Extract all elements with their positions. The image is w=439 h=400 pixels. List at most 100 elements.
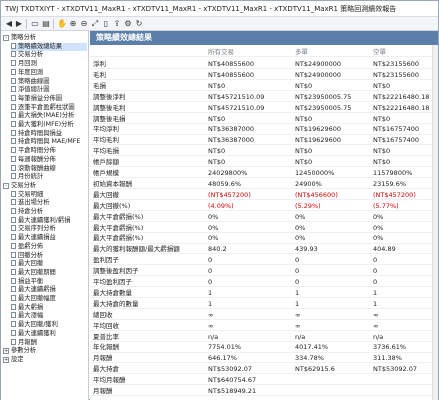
tree-item[interactable]: 月份統計 <box>11 173 87 181</box>
document-icon <box>11 303 16 310</box>
tree-item[interactable]: 最大虧損 <box>11 303 87 312</box>
export-icon[interactable]: ⇪ <box>112 19 122 29</box>
tree-item[interactable]: 交易分析 <box>11 51 87 59</box>
metric-value: NT$19629600 <box>295 125 342 134</box>
document-icon <box>11 312 16 319</box>
tree-item-label: 最大連續獲利/虧損 <box>18 216 71 224</box>
forward-icon[interactable]: ▶ <box>14 19 24 29</box>
navigation-tree: - 策略分析 策略績效總結果 交易分析 月回測 年度回測 策略曲線圖 淨值總計圖 每筆損益分佈圖… <box>1 31 89 400</box>
document-icon <box>11 94 16 101</box>
metric-value: (NT$457200) <box>373 190 416 199</box>
tree-item[interactable]: 每週報酬分佈 <box>11 155 87 164</box>
metric-value: NT$19629600 <box>295 136 342 145</box>
tree-item[interactable]: 最大回撤期間 <box>11 268 87 277</box>
tree-item[interactable]: 最大連續損益 <box>11 234 87 242</box>
metric-value: (5.29%) <box>295 201 321 210</box>
zoom-in-icon[interactable]: ⊕ <box>68 19 78 29</box>
document-icon <box>11 164 16 171</box>
metric-value: 7754.01% <box>208 343 242 352</box>
tree-item-label: 最大回撤 <box>18 260 44 268</box>
metric-value: 0% <box>295 223 306 232</box>
expand-icon[interactable]: + <box>3 356 9 363</box>
tree-item[interactable]: 進出場分析 <box>11 199 87 207</box>
metric-value: NT$0 <box>208 147 226 156</box>
tree-item[interactable]: 最大漲幅 <box>11 312 87 320</box>
tree-item[interactable]: 回撤分析 <box>11 251 87 260</box>
zoom-out-icon[interactable]: ⊖ <box>79 19 89 29</box>
tree-item[interactable]: 最大獲利(MFE)分析 <box>11 121 87 129</box>
tree-group[interactable]: - 交易分析 <box>3 182 87 190</box>
tree-group[interactable]: + 參數分析 <box>3 347 87 355</box>
back-icon[interactable]: ◀ <box>4 19 14 29</box>
metric-label: 年化報酬 <box>93 343 119 352</box>
document-icon <box>11 338 16 345</box>
table-row: 最大持倉 NT$53092.07 NT$62915.6 NT$53092.07 <box>90 365 436 375</box>
metric-label: 最大持倉數量 <box>93 288 132 297</box>
tree-item[interactable]: 淨值總計圖 <box>11 86 87 94</box>
tree-item[interactable]: 交易明細 <box>11 190 87 199</box>
document-icon <box>11 242 16 249</box>
page-icon[interactable]: ▯ <box>101 19 111 29</box>
tree-item-label: 損益平衡 <box>18 277 44 285</box>
tree-item[interactable]: 最大連續獲利 <box>11 329 87 338</box>
tree-item[interactable]: 策略績效總結果 <box>11 42 87 51</box>
document-icon <box>11 225 16 232</box>
tree-item[interactable]: 最大回撤 <box>11 260 87 268</box>
vertical-scrollbar[interactable] <box>432 45 438 400</box>
toolbar: ◀ ▶ ▭ ▤ ✋ ⊕ ⊖ ⤢ ▯ ⇪ ⚙ ↻ <box>1 17 438 31</box>
metric-value: n/a <box>208 332 219 341</box>
metric-value: 11579800% <box>373 169 413 177</box>
metric-label: 平均淨利 <box>93 125 119 134</box>
metric-value: NT$23950005.75 <box>295 92 352 101</box>
metric-value: 646.17% <box>208 354 237 363</box>
tree-item[interactable]: 最大連續獲利/虧損 <box>11 216 87 225</box>
tree-item[interactable]: 持倉時間與損益 <box>11 129 87 138</box>
table-row: 帳戶規模 24029800% 12450000% 11579800% <box>90 169 436 179</box>
collapse-icon[interactable]: - <box>3 35 9 41</box>
refresh-icon[interactable]: ↻ <box>134 19 144 29</box>
tree-item[interactable]: 逐筆平倉盈虧柱狀圖 <box>11 103 87 112</box>
tree-item-label: 最大回撤/獲利 <box>18 321 58 329</box>
pan-icon[interactable]: ✋ <box>57 19 67 29</box>
metric-label: 最大回撤(%) <box>93 201 131 210</box>
tree-item[interactable]: 滾動報酬曲線 <box>11 164 87 173</box>
settings-icon[interactable]: ⚙ <box>123 19 133 29</box>
copy-icon[interactable]: ▭ <box>30 19 40 29</box>
tree-item[interactable]: 持倉分析 <box>11 208 87 216</box>
metric-value: NT$22216480.18 <box>373 103 430 112</box>
metric-value: ∞ <box>373 321 379 330</box>
table-row: 調整後毛損 NT$0 NT$0 NT$0 <box>90 115 436 124</box>
tree-item[interactable]: 持倉時間與 MAE/MFE <box>11 138 87 146</box>
print-icon[interactable]: ▤ <box>41 19 51 29</box>
tree-item-label: 設定 <box>11 355 24 363</box>
tree-item[interactable]: 平倉時間分佈 <box>11 147 87 155</box>
tree-item[interactable]: 最大回撤幅度 <box>11 295 87 303</box>
metric-label: 最大回撤 <box>93 190 119 199</box>
metric-value: NT$45721510.09 <box>208 92 265 101</box>
metric-value: (5.77%) <box>373 201 399 210</box>
tree-item[interactable]: 月回測 <box>11 60 87 68</box>
table-row: 最大回撤 (NT$457200) (NT$456600) (NT$457200) <box>90 191 436 200</box>
collapse-icon[interactable]: - <box>3 182 9 189</box>
tree-item[interactable]: 最大連續虧損 <box>11 286 87 294</box>
tree-item[interactable]: 損益平衡 <box>11 277 87 286</box>
tree-group[interactable]: + 設定 <box>3 356 87 364</box>
table-row: 最大平倉虧損(%) 0% 0% 0% <box>90 234 436 244</box>
tree-item[interactable]: 年度回測 <box>11 68 87 77</box>
metric-value: 3736.61% <box>373 343 407 352</box>
tree-item[interactable]: 交易序列分析 <box>11 225 87 233</box>
tree-item-label: 每筆損益分佈圖 <box>18 94 63 102</box>
tree-item[interactable]: 最大回撤/獲利 <box>11 321 87 329</box>
tree-item[interactable]: 每筆損益分佈圖 <box>11 94 87 103</box>
metric-value: NT$0 <box>373 114 391 123</box>
tree-item-label: 策略績效總結果 <box>18 42 63 50</box>
tree-item[interactable]: 月報酬 <box>11 338 87 347</box>
table-row: 毛損 NT$0 NT$0 NT$0 <box>90 82 436 91</box>
tree-item[interactable]: 策略曲線圖 <box>11 77 87 86</box>
tree-item[interactable]: 盈虧分佈 <box>11 242 87 251</box>
fit-icon[interactable]: ⤢ <box>90 19 100 29</box>
tree-item-label: 策略曲線圖 <box>18 77 50 85</box>
tree-item[interactable]: 最大損失(MAE)分析 <box>11 112 87 120</box>
tree-group[interactable]: - 策略分析 <box>3 34 87 42</box>
expand-icon[interactable]: + <box>3 348 9 355</box>
